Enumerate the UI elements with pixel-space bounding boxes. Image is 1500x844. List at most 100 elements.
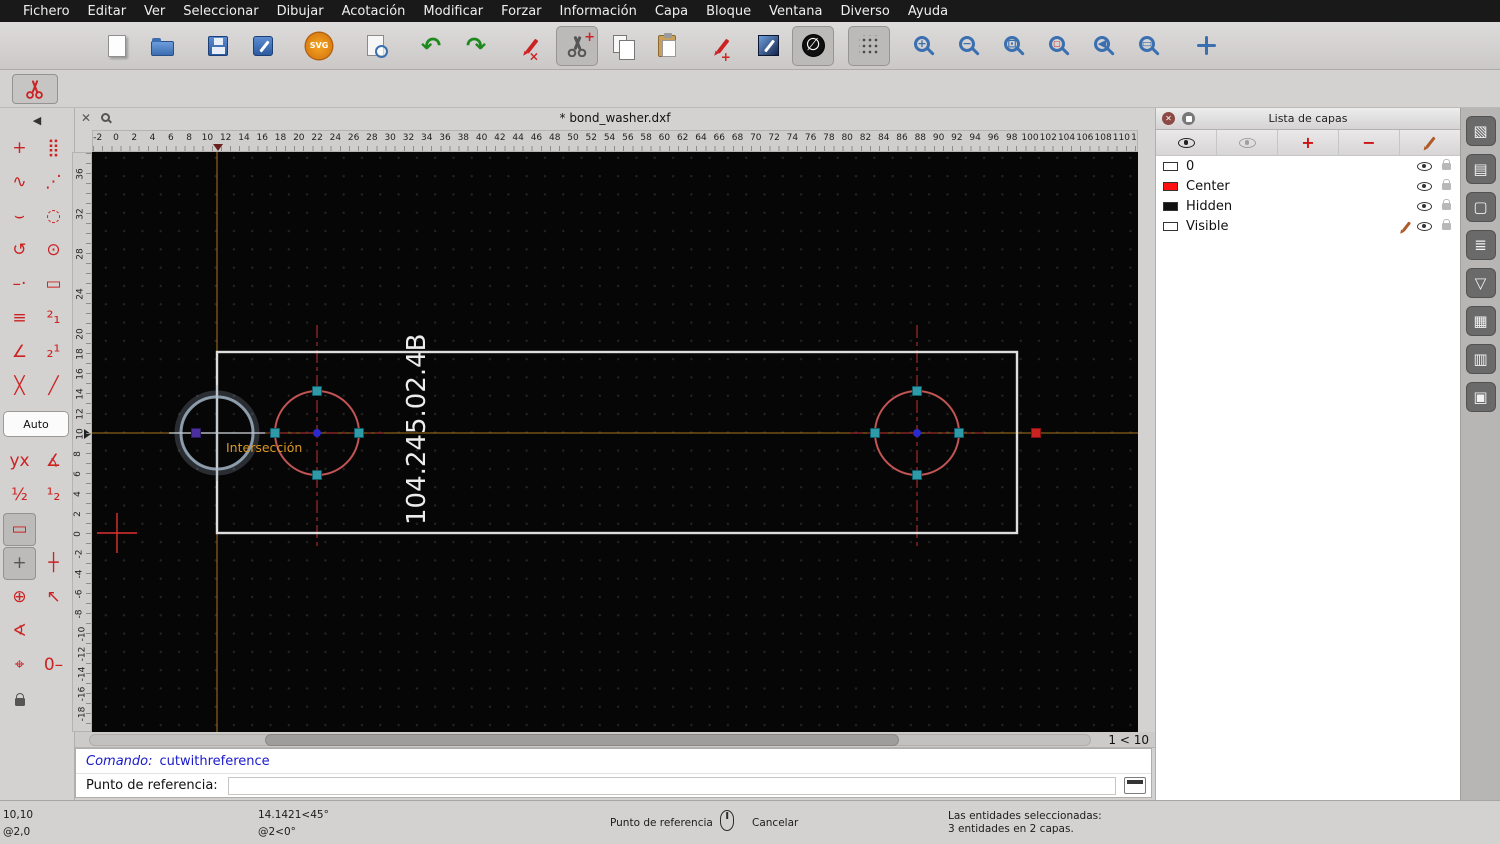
block-list-panel-button[interactable]: ▢: [1465, 192, 1496, 222]
draw-circle-center-tool[interactable]: ⊙: [37, 234, 70, 267]
menu-item[interactable]: Capa: [646, 4, 697, 19]
snap-lock-zero-tool[interactable]: 0–: [37, 649, 70, 682]
menu-item[interactable]: Forzar: [492, 4, 550, 19]
layer-lock-icon[interactable]: [1442, 218, 1451, 230]
zoom-previous-button[interactable]: ◀: [1084, 26, 1126, 66]
command-panel-toggle-button[interactable]: [1124, 777, 1146, 794]
snap-intersection-tool[interactable]: ⌖: [3, 649, 36, 682]
menu-item[interactable]: Fichero: [14, 4, 79, 19]
menu-item[interactable]: Información: [551, 4, 646, 19]
menu-item[interactable]: Dibujar: [268, 4, 333, 19]
draw-freehand-tool[interactable]: ∿: [3, 166, 36, 199]
clipboard-panel-button[interactable]: ▣: [1465, 382, 1496, 412]
circle-center-point-right[interactable]: [913, 429, 921, 437]
lock-relative-zero-tool[interactable]: [3, 683, 36, 716]
snap-on-entity-tool[interactable]: ┼: [37, 547, 70, 580]
coordinate-yx-tool[interactable]: yx: [3, 445, 36, 478]
redo-button[interactable]: ↷: [455, 26, 497, 66]
menu-item[interactable]: Seleccionar: [174, 4, 267, 19]
menu-item[interactable]: Editar: [79, 4, 136, 19]
sequence-12-tool[interactable]: ¹₂: [37, 479, 70, 512]
auto-snap-button[interactable]: Auto: [3, 411, 69, 437]
toggle-other-layers-visibility-button[interactable]: [1217, 130, 1278, 155]
layer-row[interactable]: 0: [1156, 156, 1460, 176]
slash-divide-tool[interactable]: ╱: [37, 370, 70, 403]
save-button[interactable]: [197, 26, 239, 66]
snap-center-tool[interactable]: ⊕: [3, 581, 36, 614]
angle-reference-tool[interactable]: ∡: [37, 445, 70, 478]
horizontal-scrollbar-thumb[interactable]: [265, 734, 899, 746]
draw-line-point-tool[interactable]: –·: [3, 268, 36, 301]
menu-item[interactable]: Ventana: [760, 4, 831, 19]
draw-rectangle-tool[interactable]: ▭: [37, 268, 70, 301]
remove-layer-button[interactable]: −: [1339, 130, 1400, 155]
edit-document-button[interactable]: [242, 26, 284, 66]
drawing-area[interactable]: 104.245.02.4B Intersección: [92, 152, 1138, 732]
print-preview-button[interactable]: [354, 26, 396, 66]
library-browser-panel-button[interactable]: ▦: [1465, 306, 1496, 336]
selection-filter-panel-button[interactable]: ▽: [1465, 268, 1496, 298]
zoom-selection-button[interactable]: ▢: [1039, 26, 1081, 66]
grid-toggle-button[interactable]: [848, 25, 890, 66]
delete-entity-button[interactable]: [511, 26, 553, 66]
draw-point-grid-tool[interactable]: ⣿: [37, 132, 70, 165]
drawing-canvas[interactable]: 104.245.02.4B Intersección: [92, 152, 1138, 732]
fraction-half-tool[interactable]: ½: [3, 479, 36, 512]
layer-visibility-eye-icon[interactable]: [1417, 181, 1432, 191]
cut-with-reference-button[interactable]: +: [556, 25, 598, 66]
layer-visibility-eye-icon[interactable]: [1417, 221, 1432, 231]
layer-lock-icon[interactable]: [1442, 178, 1451, 190]
draw-pen-button[interactable]: [702, 26, 744, 66]
snap-endpoint-tool[interactable]: ↖: [37, 581, 70, 614]
draw-point-series-tool[interactable]: ⋰: [37, 166, 70, 199]
zoom-window-button[interactable]: ▭: [1129, 26, 1171, 66]
layer-list-panel-button[interactable]: ▤: [1465, 154, 1496, 184]
copy-button[interactable]: [601, 26, 643, 66]
layer-lock-icon[interactable]: [1442, 158, 1451, 170]
part-number-label[interactable]: 104.245.02.4B: [402, 333, 432, 525]
open-file-button[interactable]: [141, 26, 183, 66]
cross-divide-tool[interactable]: ╳: [3, 370, 36, 403]
angle-lines-tool[interactable]: ∠: [3, 336, 36, 369]
layer-row[interactable]: Hidden: [1156, 196, 1460, 216]
menu-item[interactable]: Acotación: [333, 4, 415, 19]
command-input[interactable]: [227, 776, 1116, 795]
menu-item[interactable]: Ver: [135, 4, 174, 19]
layer-visibility-eye-icon[interactable]: [1417, 161, 1432, 171]
selected-handle-right[interactable]: [1031, 428, 1041, 438]
reference-point-handle[interactable]: [191, 428, 201, 438]
draw-circle-2p-tool[interactable]: ◌: [37, 200, 70, 233]
current-tool-cut-button[interactable]: [12, 74, 58, 104]
menu-item[interactable]: Diverso: [831, 4, 898, 19]
undo-button[interactable]: ↶: [410, 26, 452, 66]
snap-angle-tool[interactable]: ∢: [3, 615, 36, 648]
order-sequence-tool[interactable]: ²₁: [37, 302, 70, 335]
edit-layer-button[interactable]: [1400, 130, 1460, 155]
add-layer-button[interactable]: +: [1278, 130, 1339, 155]
snap-free-tool[interactable]: +: [3, 547, 36, 580]
menu-item[interactable]: Bloque: [697, 4, 760, 19]
layer-row[interactable]: Visible: [1156, 216, 1460, 236]
circle-center-point-left[interactable]: [313, 429, 321, 437]
washer-outline-rect[interactable]: [215, 350, 1019, 535]
new-document-button[interactable]: [96, 26, 138, 66]
toggle-all-layers-visibility-button[interactable]: [1156, 130, 1217, 155]
layer-visibility-eye-icon[interactable]: [1417, 201, 1432, 211]
zoom-in-button[interactable]: +: [904, 26, 946, 66]
order-reverse-tool[interactable]: ₂¹: [37, 336, 70, 369]
layer-row[interactable]: Center: [1156, 176, 1460, 196]
attributes-button[interactable]: [747, 26, 789, 66]
draw-revolve-tool[interactable]: ↺: [3, 234, 36, 267]
zoom-out-button[interactable]: −: [949, 26, 991, 66]
no-fill-button[interactable]: ∅: [792, 25, 834, 66]
svg-export-button[interactable]: SVG: [298, 26, 340, 66]
collapse-panel-button[interactable]: ◀: [0, 108, 74, 132]
view-list-panel-button[interactable]: ≣: [1465, 230, 1496, 260]
draw-arc-tool[interactable]: ⌣: [3, 200, 36, 233]
hatch-tool[interactable]: ≡: [3, 302, 36, 335]
command-line-panel-button[interactable]: ▥: [1465, 344, 1496, 374]
layer-lock-icon[interactable]: [1442, 198, 1451, 210]
menu-item[interactable]: Modificar: [414, 4, 492, 19]
menu-item[interactable]: Ayuda: [899, 4, 957, 19]
pan-button[interactable]: [1185, 26, 1227, 66]
